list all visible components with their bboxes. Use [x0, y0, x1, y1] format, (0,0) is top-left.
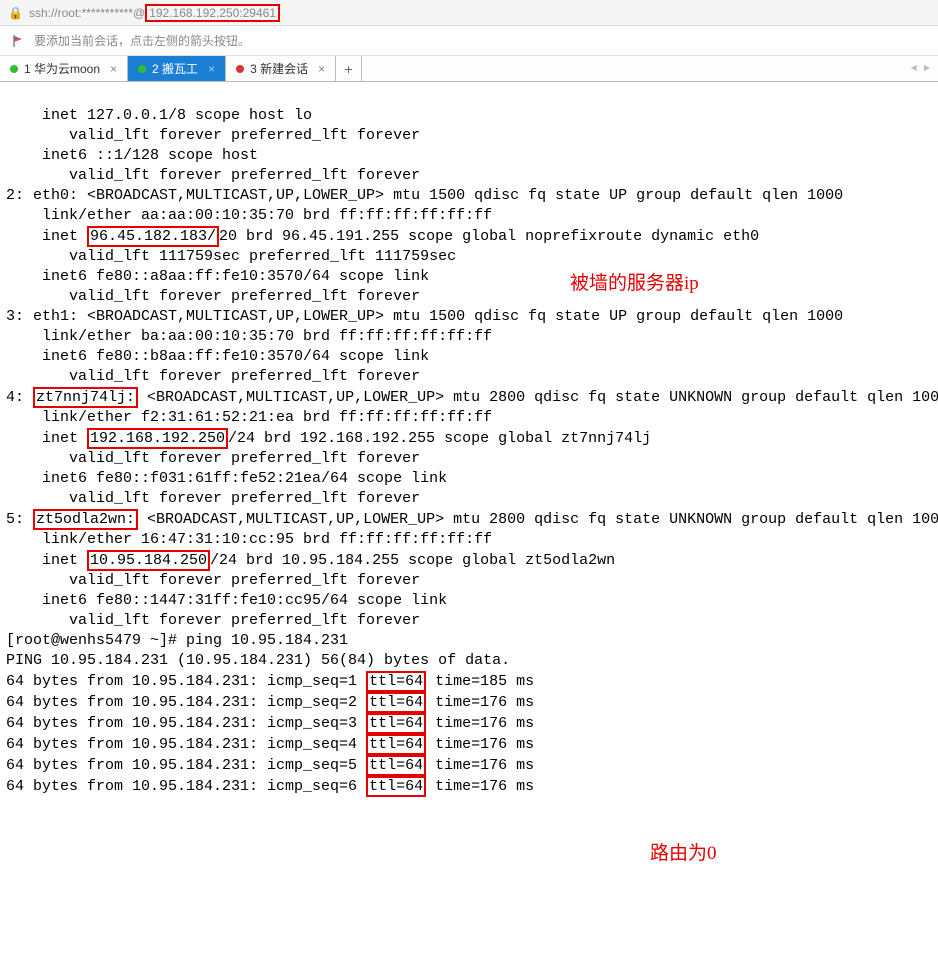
term-line: link/ether aa:aa:00:10:35:70 brd ff:ff:f… — [6, 207, 492, 224]
term-line: 64 bytes from 10.95.184.231: icmp_seq=3 — [6, 715, 366, 732]
highlight-ip-zt7: 192.168.192.250 — [87, 428, 228, 449]
terminal-output[interactable]: inet 127.0.0.1/8 scope host lo valid_lft… — [0, 82, 938, 843]
annotation-blocked-ip: 被墙的服务器ip — [570, 274, 699, 294]
highlight-ttl: ttl=64 — [366, 692, 426, 713]
term-line: link/ether f2:31:61:52:21:ea brd ff:ff:f… — [6, 409, 492, 426]
term-line: 64 bytes from 10.95.184.231: icmp_seq=1 — [6, 673, 366, 690]
term-line: valid_lft forever preferred_lft forever — [6, 450, 420, 467]
term-line: time=176 ms — [426, 715, 534, 732]
tab-banwa[interactable]: 2 搬瓦工 × — [128, 56, 226, 81]
term-line: /24 brd 192.168.192.255 scope global zt7… — [228, 430, 651, 447]
term-line: link/ether 16:47:31:10:cc:95 brd ff:ff:f… — [6, 531, 492, 548]
address-highlight: 192.168.192.250:29461 — [145, 4, 280, 22]
term-line: valid_lft forever preferred_lft forever — [6, 612, 420, 629]
term-line: inet6 fe80::f031:61ff:fe52:21ea/64 scope… — [6, 470, 447, 487]
term-line: 64 bytes from 10.95.184.231: icmp_seq=2 — [6, 694, 366, 711]
term-line: <BROADCAST,MULTICAST,UP,LOWER_UP> mtu 28… — [138, 511, 938, 528]
annotation-route-zero: 路由为0 — [650, 844, 717, 864]
term-line: inet6 fe80::1447:31ff:fe10:cc95/64 scope… — [6, 592, 447, 609]
term-line: inet — [6, 552, 87, 569]
term-line: valid_lft 111759sec preferred_lft 111759… — [6, 248, 456, 265]
term-line: valid_lft forever preferred_lft forever — [6, 572, 420, 589]
term-line: valid_lft forever preferred_lft forever — [6, 167, 420, 184]
term-line: 64 bytes from 10.95.184.231: icmp_seq=4 — [6, 736, 366, 753]
tab-huawei[interactable]: 1 华为云moon × — [0, 56, 128, 81]
highlight-iface-zt7: zt7nnj74lj: — [33, 387, 138, 408]
term-line: 2: eth0: <BROADCAST,MULTICAST,UP,LOWER_U… — [6, 187, 843, 204]
term-line: /24 brd 10.95.184.255 scope global zt5od… — [210, 552, 615, 569]
highlight-ttl: ttl=64 — [366, 713, 426, 734]
term-line: valid_lft forever preferred_lft forever — [6, 127, 420, 144]
tab-label: 2 搬瓦工 — [152, 60, 198, 77]
term-line: time=176 ms — [426, 757, 534, 774]
term-line: valid_lft forever preferred_lft forever — [6, 490, 420, 507]
term-line: 4: — [6, 389, 33, 406]
term-line: 64 bytes from 10.95.184.231: icmp_seq=5 — [6, 757, 366, 774]
flag-icon — [12, 34, 26, 48]
term-line: time=176 ms — [426, 736, 534, 753]
hint-text: 要添加当前会话，点击左侧的箭头按钮。 — [34, 32, 250, 49]
term-line: time=176 ms — [426, 778, 534, 795]
highlight-iface-zt5: zt5odla2wn: — [33, 509, 138, 530]
term-line: valid_lft forever preferred_lft forever — [6, 368, 420, 385]
hint-bar: 要添加当前会话，点击左侧的箭头按钮。 — [0, 26, 938, 56]
term-line: [root@wenhs5479 ~]# ping 10.95.184.231 — [6, 632, 348, 649]
status-dot-icon — [10, 65, 18, 73]
address-prefix: ssh://root:***********@ — [29, 6, 145, 20]
term-line: <BROADCAST,MULTICAST,UP,LOWER_UP> mtu 28… — [138, 389, 938, 406]
highlight-ttl: ttl=64 — [366, 755, 426, 776]
term-line: time=185 ms — [426, 673, 534, 690]
highlight-ttl: ttl=64 — [366, 776, 426, 797]
term-line: 20 brd 96.45.191.255 scope global nopref… — [219, 228, 759, 245]
term-line: inet — [6, 430, 87, 447]
term-line: valid_lft forever preferred_lft forever — [6, 288, 420, 305]
close-icon[interactable]: × — [110, 62, 117, 76]
term-line: time=176 ms — [426, 694, 534, 711]
term-line: inet — [6, 228, 87, 245]
tab-bar: 1 华为云moon × 2 搬瓦工 × 3 新建会话 × + ◂ ▸ — [0, 56, 938, 82]
close-icon[interactable]: × — [208, 62, 215, 76]
highlight-ttl: ttl=64 — [366, 734, 426, 755]
status-dot-icon — [138, 65, 146, 73]
tab-nav-arrows[interactable]: ◂ ▸ — [911, 60, 932, 74]
lock-icon: 🔒 — [8, 6, 23, 20]
add-tab-button[interactable]: + — [336, 56, 362, 81]
term-line: 5: — [6, 511, 33, 528]
term-line: 3: eth1: <BROADCAST,MULTICAST,UP,LOWER_U… — [6, 308, 843, 325]
tab-new-session[interactable]: 3 新建会话 × — [226, 56, 336, 81]
term-line: inet6 fe80::a8aa:ff:fe10:3570/64 scope l… — [6, 268, 429, 285]
term-line: link/ether ba:aa:00:10:35:70 brd ff:ff:f… — [6, 328, 492, 345]
highlight-ttl: ttl=64 — [366, 671, 426, 692]
highlight-ip-zt5: 10.95.184.250 — [87, 550, 210, 571]
tab-label: 1 华为云moon — [24, 60, 100, 77]
close-icon[interactable]: × — [318, 62, 325, 76]
tab-label: 3 新建会话 — [250, 60, 308, 77]
status-dot-icon — [236, 65, 244, 73]
term-line: inet 127.0.0.1/8 scope host lo — [6, 107, 312, 124]
term-line: inet6 fe80::b8aa:ff:fe10:3570/64 scope l… — [6, 348, 429, 365]
term-line: 64 bytes from 10.95.184.231: icmp_seq=6 — [6, 778, 366, 795]
address-bar: 🔒 ssh://root:***********@ 192.168.192.25… — [0, 0, 938, 26]
highlight-ip-eth0: 96.45.182.183/ — [87, 226, 219, 247]
term-line: inet6 ::1/128 scope host — [6, 147, 258, 164]
term-line: PING 10.95.184.231 (10.95.184.231) 56(84… — [6, 652, 510, 669]
